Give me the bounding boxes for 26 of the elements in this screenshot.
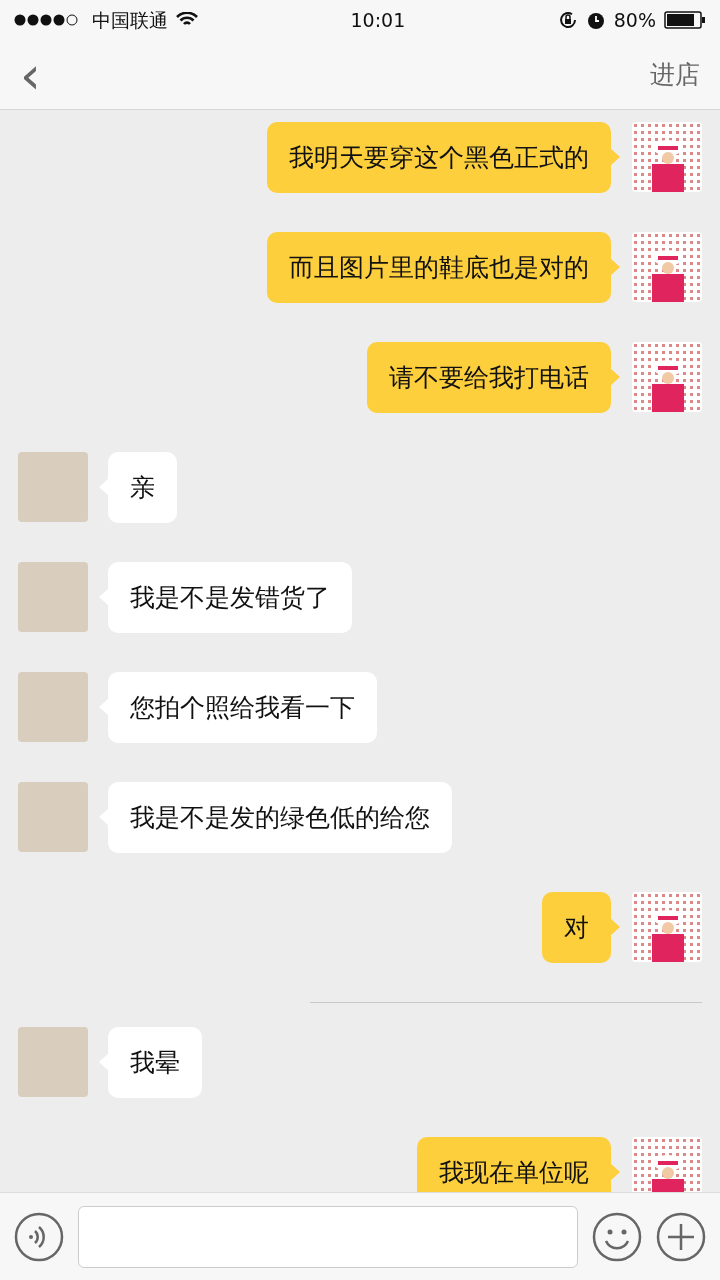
battery-percent: 80% [613, 7, 656, 33]
avatar-image [632, 892, 702, 962]
bubble-tail [610, 918, 620, 936]
avatar-image [632, 232, 702, 302]
add-icon[interactable] [656, 1211, 706, 1262]
voice-icon[interactable] [14, 1211, 64, 1262]
battery-icon [664, 11, 706, 29]
status-time: 10:01 [350, 7, 406, 33]
avatar-photo-placeholder [18, 452, 88, 522]
avatar-photo-placeholder [18, 782, 88, 852]
alarm-icon [585, 10, 606, 30]
rotation-lock-icon [557, 10, 578, 30]
bubble-tail [610, 368, 620, 386]
emoji-icon[interactable] [592, 1211, 642, 1262]
enter-store-link[interactable]: 进店 [650, 55, 700, 94]
avatar-photo-placeholder [18, 562, 88, 632]
avatar-photo-placeholder [18, 1027, 88, 1097]
avatar-image [632, 122, 702, 192]
message-input[interactable] [78, 1205, 578, 1268]
carrier-name: 中国联通 [92, 7, 168, 33]
avatar-photo-placeholder [18, 672, 88, 742]
bubble-tail [610, 148, 620, 166]
avatar-image [632, 342, 702, 412]
bubble-tail [610, 258, 620, 276]
bubble-tail [610, 1163, 620, 1181]
back-button[interactable]: ‹ [20, 48, 41, 101]
